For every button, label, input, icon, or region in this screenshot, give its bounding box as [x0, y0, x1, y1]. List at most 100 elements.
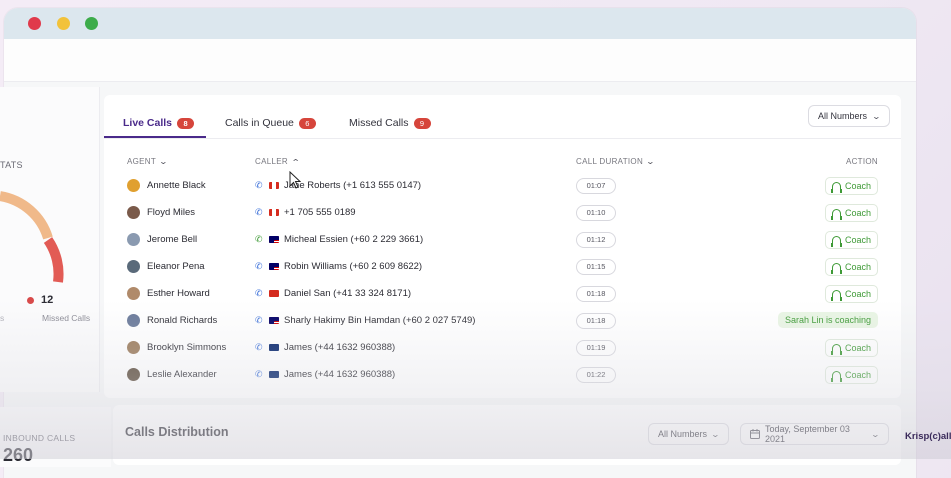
- headset-icon: [830, 182, 842, 193]
- missed-calls-count-badge: 9: [413, 117, 431, 129]
- tabs-divider: [104, 138, 901, 139]
- agent-cell: Floyd Miles: [127, 199, 195, 226]
- avatar: [127, 206, 140, 219]
- agent-name: Annette Black: [147, 180, 206, 191]
- caller-cell: ✆ James (+44 1632 960388): [255, 361, 395, 388]
- agent-cell: Eleanor Pena: [127, 253, 205, 280]
- coach-button[interactable]: Coach: [824, 231, 878, 249]
- caller-cell: ✆ +1 705 555 0189: [255, 199, 356, 226]
- chevron-down-icon: ⌄: [645, 157, 656, 166]
- calls-distribution-title: Calls Distribution: [125, 425, 229, 439]
- call-duration: 01:19: [576, 340, 616, 356]
- table-row: Eleanor Pena ✆ Robin Williams (+60 2 609 8…: [104, 253, 901, 280]
- headset-icon: [830, 290, 842, 301]
- minimize-window-button[interactable]: [57, 17, 70, 30]
- coach-button[interactable]: Coach: [824, 285, 878, 303]
- avatar: [127, 341, 140, 354]
- caller-name: Robin Williams (+60 2 609 8622): [284, 261, 423, 272]
- table-row: Annette Black ✆ Jane Roberts (+1 613 555 0…: [104, 172, 901, 199]
- caller-cell: ✆ Micheal Essien (+60 2 229 3661): [255, 226, 423, 253]
- phone-icon: ✆: [255, 288, 263, 298]
- agent-name: Leslie Alexander: [147, 369, 217, 380]
- distribution-numbers-select[interactable]: All Numbers ⌄: [648, 423, 729, 445]
- top-toolbar: [4, 39, 916, 82]
- coach-button[interactable]: Coach: [824, 204, 878, 222]
- agent-cell: Brooklyn Simmons: [127, 334, 226, 361]
- coach-button[interactable]: Coach: [824, 339, 878, 357]
- table-row: Ronald Richards ✆ Sharly Hakimy Bin Hamdan…: [104, 307, 901, 334]
- agent-cell: Ronald Richards: [127, 307, 217, 334]
- avatar: [127, 260, 140, 273]
- coaching-status-badge: Sarah Lin is coaching: [777, 312, 878, 328]
- call-duration: 01:10: [576, 205, 616, 221]
- missed-calls-label: Missed Calls: [42, 313, 91, 323]
- call-duration: 01:12: [576, 232, 616, 248]
- phone-icon: ✆: [255, 261, 263, 271]
- maximize-window-button[interactable]: [85, 17, 98, 30]
- coach-button-label: Coach: [844, 370, 871, 380]
- chevron-up-icon: ⌄: [290, 157, 301, 166]
- headset-icon: [830, 209, 842, 220]
- agent-cell: Leslie Alexander: [127, 361, 217, 388]
- flag-icon: [269, 317, 279, 324]
- table-row: Brooklyn Simmons ✆ James (+44 1632 960388)…: [104, 334, 901, 361]
- calls-gauge: [0, 191, 64, 283]
- agent-cell: Jerome Bell: [127, 226, 197, 253]
- avatar: [127, 314, 140, 327]
- flag-icon: [269, 371, 279, 378]
- tab-live-calls-label: Live Calls: [123, 117, 173, 129]
- avatar: [127, 233, 140, 246]
- agent-name: Ronald Richards: [147, 315, 218, 326]
- close-window-button[interactable]: [28, 17, 41, 30]
- avatar: [127, 368, 140, 381]
- caller-cell: ✆ Daniel San (+41 33 324 8171): [255, 280, 411, 307]
- duration-header-label: CALL DURATION: [576, 157, 644, 166]
- tab-missed-calls[interactable]: Missed Calls 9: [349, 117, 431, 129]
- coach-button-label: Coach: [844, 289, 871, 299]
- caller-cell: ✆ Sharly Hakimy Bin Hamdan (+60 2 027 574…: [255, 307, 475, 334]
- truncated-label: s: [0, 313, 5, 323]
- headset-icon: [830, 236, 842, 247]
- flag-icon: [269, 263, 279, 270]
- tab-calls-in-queue[interactable]: Calls in Queue 6: [225, 117, 316, 129]
- stats-section-label: TATS: [0, 160, 23, 170]
- flag-icon: [269, 182, 279, 189]
- agent-cell: Esther Howard: [127, 280, 210, 307]
- coach-button[interactable]: Coach: [824, 258, 878, 276]
- agent-column-header[interactable]: AGENT ⌄: [127, 157, 168, 166]
- phone-icon: ✆: [255, 315, 263, 325]
- agent-name: Esther Howard: [147, 288, 210, 299]
- tab-calls-in-queue-label: Calls in Queue: [225, 117, 294, 129]
- call-duration: 01:15: [576, 259, 616, 275]
- flag-icon: [269, 209, 279, 216]
- calendar-icon: [750, 429, 760, 439]
- date-filter-select[interactable]: Today, September 03 2021 ⌄: [740, 423, 889, 445]
- calls-in-queue-count-badge: 6: [298, 117, 316, 129]
- caller-name: Micheal Essien (+60 2 229 3661): [284, 234, 424, 245]
- inbound-calls-value: 260: [3, 445, 34, 465]
- agent-name: Jerome Bell: [147, 234, 198, 245]
- phone-icon: ✆: [255, 207, 263, 217]
- chevron-down-icon: ⌄: [871, 111, 882, 121]
- caller-column-header[interactable]: CALLER ⌄: [255, 157, 301, 166]
- inbound-calls-card: INBOUND CALLS 260: [0, 407, 111, 467]
- coach-button[interactable]: Coach: [824, 366, 878, 384]
- tab-live-calls[interactable]: Live Calls 8: [123, 117, 195, 129]
- distribution-numbers-label: All Numbers: [658, 429, 708, 439]
- coach-button[interactable]: Coach: [824, 177, 878, 195]
- call-duration: 01:18: [576, 286, 616, 302]
- table-row: Floyd Miles ✆ +1 705 555 0189 01:10 Coach: [104, 199, 901, 226]
- duration-column-header[interactable]: CALL DURATION ⌄: [576, 157, 656, 166]
- numbers-filter-select[interactable]: All Numbers ⌄: [808, 105, 890, 127]
- table-row: Leslie Alexander ✆ James (+44 1632 960388)…: [104, 361, 901, 388]
- flag-icon: [269, 236, 279, 243]
- caller-name: James (+44 1632 960388): [284, 369, 396, 380]
- agent-header-label: AGENT: [127, 157, 157, 166]
- flag-icon: [269, 290, 279, 297]
- avatar: [127, 287, 140, 300]
- caller-header-label: CALLER: [255, 157, 288, 166]
- chevron-down-icon: ⌄: [870, 429, 881, 439]
- table-row: Jerome Bell ✆ Micheal Essien (+60 2 229 36…: [104, 226, 901, 253]
- agent-name: Floyd Miles: [147, 207, 196, 218]
- flag-icon: [269, 344, 279, 351]
